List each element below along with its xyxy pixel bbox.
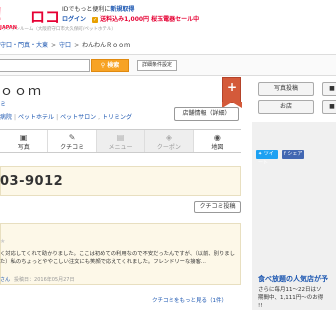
- tab-coupon: ◈ クーポン: [145, 130, 194, 152]
- feature-text: さらに毎月11〜22日はソ 期間中、1,111円〜のお得 !!: [258, 286, 336, 310]
- tab-label: メニュー: [108, 144, 133, 151]
- review-date-label: 投稿日：: [14, 277, 35, 283]
- feature-text-line: !!: [258, 303, 263, 309]
- tab-kuchikomi[interactable]: ✎ クチコミ: [48, 130, 97, 152]
- map-icon: ◉: [213, 133, 221, 142]
- category-link[interactable]: トリミング: [102, 114, 132, 121]
- review-card: ★ く対応してくれて助かりました。ここは初めての利用なので不安だったんですが、（…: [0, 223, 241, 285]
- review-date: 2016年05月27日: [34, 277, 75, 283]
- search-bar: ⚲ 検索 詳細条件設定: [0, 54, 336, 76]
- tab-label: クーポン: [156, 144, 181, 151]
- detail-conditions-button[interactable]: 詳細条件設定: [137, 60, 177, 71]
- review-author[interactable]: さん: [0, 277, 10, 283]
- category-link[interactable]: 病院: [0, 114, 12, 121]
- signup-link[interactable]: 新規取得: [110, 6, 134, 13]
- tweet-button[interactable]: ✦ ツイート: [256, 150, 278, 166]
- search-icon: ⚲: [100, 62, 106, 69]
- review-meta: さん 投稿日：2016年05月27日: [0, 276, 74, 283]
- tab-menu: ▤ メニュー: [96, 130, 146, 152]
- sidebar-button[interactable]: ■: [322, 82, 336, 96]
- breadcrumb-separator: >: [51, 42, 57, 49]
- login-link[interactable]: ログイン: [62, 16, 86, 23]
- search-button-label: 検索: [107, 62, 120, 69]
- sidebar: 写真投稿 ■ お店 ■ ✦ ツイート f シェア 食べ放題の人気店が予 さらに毎…: [252, 77, 336, 336]
- review-text[interactable]: く対応してくれて助かりました。ここは初めての利用なので不安だったんですが、（以前…: [0, 250, 236, 266]
- feature-title-link[interactable]: 食べ放題の人気店が予: [258, 274, 328, 284]
- shop-subcategory[interactable]: ミ: [0, 99, 6, 108]
- more-reviews-link[interactable]: クチコミをもっと見る（1件）: [152, 296, 227, 304]
- camera-icon: ▣: [19, 133, 28, 142]
- brand-logo-text[interactable]: ロコ: [30, 6, 60, 27]
- id-promo-line: IDでもっと便利に新規取得: [62, 4, 134, 13]
- main-content: ｏｏｍ + ミ 病院 | ペットホテル | ペットサロン, トリミング 店舗情報（詳細） …: [0, 77, 243, 336]
- feature-text-line: 期間中、1,111円〜のお得: [258, 295, 324, 301]
- phone-number: 03-9012: [0, 174, 64, 189]
- tab-label: 写真: [17, 144, 30, 151]
- breadcrumb-item[interactable]: 守口: [59, 42, 71, 49]
- photo-post-button[interactable]: 写真投稿: [258, 82, 314, 96]
- check-icon: ✓: [91, 17, 99, 23]
- breadcrumb-current: わんわんＲｏｏｍ: [82, 42, 131, 49]
- bookmark-flag[interactable]: +: [222, 77, 242, 108]
- shop-info-button[interactable]: 店舗情報（詳細）: [174, 107, 239, 121]
- shop-tabs: ▣ 写真 ✎ クチコミ ▤ メニュー ◈ クーポン ◉ 地図: [0, 129, 242, 153]
- shop-title: ｏｏｍ: [0, 84, 43, 99]
- tab-label: クチコミ: [60, 144, 85, 151]
- twitter-icon: ✦: [258, 151, 263, 157]
- category-separator: ,: [98, 114, 101, 121]
- plus-icon: +: [227, 80, 238, 94]
- category-separator: |: [14, 114, 17, 121]
- feature-text-line: さらに毎月11〜22日はソ: [258, 287, 322, 293]
- breadcrumb: 守口・門真・大東 > 守口 > わんわんＲｏｏｍ: [0, 40, 130, 49]
- tab-map[interactable]: ◉ 地図: [193, 130, 242, 152]
- facebook-share-button[interactable]: f シェア: [282, 150, 304, 159]
- coupon-icon: ◈: [165, 133, 172, 142]
- tab-label: 地図: [211, 144, 224, 151]
- site-header: ! ロコ JAPAN IDでもっと便利に新規取得 ログイン ✓ 送料込み1,00…: [0, 0, 336, 34]
- phone-panel: 03-9012: [0, 166, 241, 196]
- category-link[interactable]: ペットホテル: [18, 114, 54, 121]
- login-line: ログイン ✓ 送料込み1,000円 桜玉電器セール中: [62, 14, 199, 23]
- category-separator: |: [56, 114, 59, 121]
- star-icon: ★: [0, 238, 6, 245]
- brand-logo[interactable]: !: [0, 4, 2, 25]
- sale-promo-link[interactable]: 送料込み1,000円 桜玉電器セール中: [100, 16, 199, 23]
- breadcrumb-item[interactable]: 守口・門真・大東: [0, 42, 48, 49]
- category-link[interactable]: ペットサロン: [60, 114, 96, 121]
- post-review-button[interactable]: クチコミ投稿: [194, 201, 241, 213]
- share-label: シェア: [287, 151, 303, 157]
- facebook-icon: f: [284, 151, 286, 157]
- bookmark-shop-button[interactable]: お店: [258, 100, 314, 114]
- comment-icon: ✎: [68, 133, 76, 142]
- address-strip: ワンワンルーム（大阪府守口市大久保町/ペットホテル）: [2, 27, 116, 32]
- search-input[interactable]: [0, 59, 90, 72]
- search-button[interactable]: ⚲ 検索: [91, 59, 129, 72]
- sidebar-button[interactable]: ■: [322, 100, 336, 114]
- shop-categories: 病院 | ペットホテル | ペットサロン, トリミング: [0, 112, 132, 121]
- breadcrumb-separator: >: [74, 42, 80, 49]
- tab-photo[interactable]: ▣ 写真: [0, 130, 49, 152]
- id-promo-text: IDでもっと便利に: [62, 6, 111, 13]
- menu-icon: ▤: [116, 133, 125, 142]
